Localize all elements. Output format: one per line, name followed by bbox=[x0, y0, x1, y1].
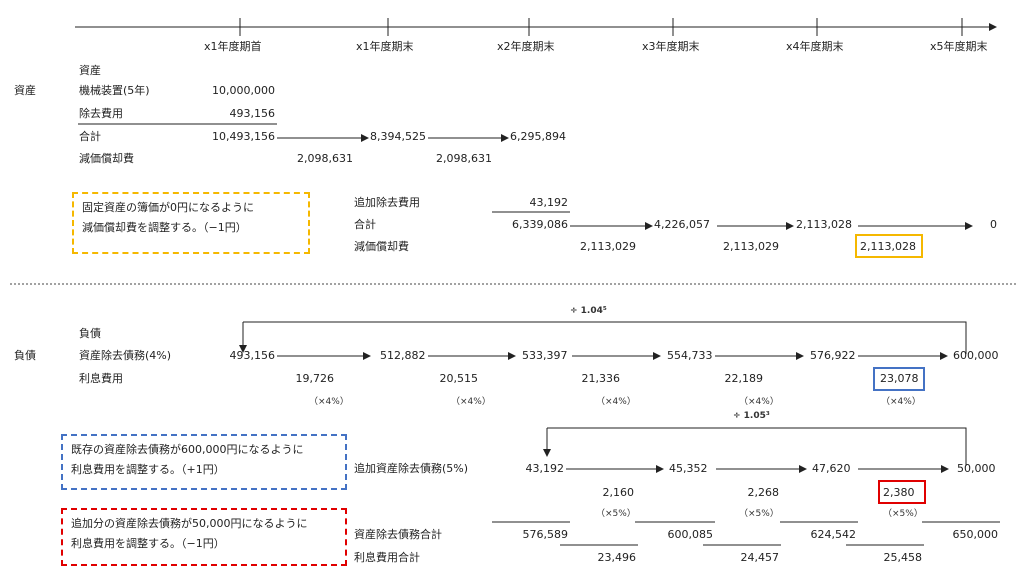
interest-value: 19,726 bbox=[295, 372, 335, 385]
liabilities-section-label: 負債 bbox=[14, 349, 36, 362]
note-line: 減価償却費を調整する。（−1円） bbox=[82, 221, 247, 234]
total-value: 6,295,894 bbox=[510, 130, 566, 143]
timeline-label: x3年度期末 bbox=[642, 40, 700, 53]
add-aro-label: 追加資産除去債務(5%) bbox=[354, 462, 469, 475]
rate-note: （×4%） bbox=[596, 397, 636, 407]
discount-bracket-4 bbox=[243, 321, 967, 354]
interest-value: 20,515 bbox=[439, 372, 479, 385]
aro-value: 493,156 bbox=[229, 349, 276, 362]
rate-note: （×4%） bbox=[451, 397, 491, 407]
total-value: 10,493,156 bbox=[212, 130, 275, 143]
interest-total-value: 23,496 bbox=[597, 551, 637, 564]
additional-removal-value: 43,192 bbox=[529, 196, 569, 209]
aro-total-value: 600,085 bbox=[667, 528, 714, 541]
interest-value: 22,189 bbox=[724, 372, 764, 385]
depreciation2-value: 2,113,029 bbox=[580, 240, 636, 253]
interest-value: 21,336 bbox=[581, 372, 621, 385]
discount-label-4: ÷ 1.04⁵ bbox=[570, 306, 607, 316]
removal-cost-label: 除去費用 bbox=[79, 107, 123, 120]
add-interest-value: 2,268 bbox=[747, 486, 780, 499]
aro-value: 533,397 bbox=[522, 349, 568, 362]
discount-bracket-5 bbox=[547, 427, 967, 466]
total2-value: 0 bbox=[990, 218, 997, 231]
timeline-label: x2年度期末 bbox=[497, 40, 555, 53]
depreciation2-value: 2,113,029 bbox=[723, 240, 779, 253]
total-value: 8,394,525 bbox=[370, 130, 426, 143]
aro-total-value: 624,542 bbox=[810, 528, 857, 541]
removal-cost-value: 493,156 bbox=[229, 107, 276, 120]
note-line: 利息費用を調整する。（+1円） bbox=[71, 463, 225, 476]
rate-note-5: （×5%） bbox=[596, 509, 636, 519]
highlight-yellow bbox=[855, 234, 923, 258]
assets-header: 資産 bbox=[79, 64, 101, 77]
timeline-label: x1年度期首 bbox=[204, 40, 262, 53]
add-aro-value: 43,192 bbox=[525, 462, 565, 475]
add-interest-value: 2,160 bbox=[602, 486, 635, 499]
aro-total-value: 576,589 bbox=[522, 528, 569, 541]
asset-adjust-note: 固定資産の簿価が0円になるように 減価償却費を調整する。（−1円） bbox=[72, 192, 310, 254]
note-line: 利息費用を調整する。（−1円） bbox=[71, 537, 225, 550]
diagram-lines bbox=[10, 18, 1016, 546]
aro-label: 資産除去債務(4%) bbox=[79, 349, 172, 362]
highlight-red bbox=[878, 480, 926, 504]
total2-value: 6,339,086 bbox=[512, 218, 568, 231]
note-line: 既存の資産除去債務が600,000円になるように bbox=[71, 443, 304, 456]
timeline-label: x5年度期末 bbox=[930, 40, 988, 53]
machine-label: 機械装置(5年) bbox=[79, 84, 150, 97]
total2-value: 4,226,057 bbox=[654, 218, 710, 231]
note-line: 固定資産の簿価が0円になるように bbox=[82, 201, 254, 214]
aro-value: 600,000 bbox=[953, 349, 999, 362]
highlight-blue bbox=[873, 367, 925, 391]
add-aro-value: 47,620 bbox=[812, 462, 851, 475]
timeline-label: x1年度期末 bbox=[356, 40, 414, 53]
interest-total-value: 25,458 bbox=[883, 551, 923, 564]
aro-value: 512,882 bbox=[380, 349, 426, 362]
aro-total-label: 資産除去債務合計 bbox=[354, 528, 442, 541]
total2-label: 合計 bbox=[354, 218, 376, 231]
depreciation-value: 2,098,631 bbox=[297, 152, 353, 165]
aro-value: 554,733 bbox=[667, 349, 713, 362]
depreciation2-label: 減価償却費 bbox=[354, 240, 409, 253]
aro-total-value: 650,000 bbox=[952, 528, 999, 541]
assets-section-label: 資産 bbox=[14, 84, 36, 97]
additional-removal-label: 追加除去費用 bbox=[354, 196, 420, 209]
total2-value: 2,113,028 bbox=[796, 218, 852, 231]
note-line: 追加分の資産除去債務が50,000円になるように bbox=[71, 517, 308, 530]
depreciation-label: 減価償却費 bbox=[79, 152, 134, 165]
rate-note-5: （×5%） bbox=[883, 509, 923, 519]
rate-note: （×4%） bbox=[309, 397, 349, 407]
liability-adjust-note-1: 既存の資産除去債務が600,000円になるように 利息費用を調整する。（+1円） bbox=[61, 434, 347, 490]
rate-note: （×4%） bbox=[739, 397, 779, 407]
add-aro-value: 50,000 bbox=[957, 462, 996, 475]
total-label: 合計 bbox=[79, 130, 101, 143]
interest-total-value: 24,457 bbox=[740, 551, 780, 564]
rate-note-5: （×5%） bbox=[739, 509, 779, 519]
aro-value: 576,922 bbox=[810, 349, 856, 362]
liability-adjust-note-2: 追加分の資産除去債務が50,000円になるように 利息費用を調整する。（−1円） bbox=[61, 508, 347, 566]
add-aro-value: 45,352 bbox=[669, 462, 708, 475]
interest-label: 利息費用 bbox=[79, 372, 123, 385]
interest-total-label: 利息費用合計 bbox=[354, 551, 420, 564]
timeline-label: x4年度期末 bbox=[786, 40, 844, 53]
depreciation-value: 2,098,631 bbox=[436, 152, 492, 165]
rate-note: （×4%） bbox=[881, 397, 921, 407]
liabilities-header: 負債 bbox=[79, 327, 101, 340]
discount-label-5: ÷ 1.05³ bbox=[733, 411, 770, 421]
machine-value: 10,000,000 bbox=[212, 84, 275, 97]
